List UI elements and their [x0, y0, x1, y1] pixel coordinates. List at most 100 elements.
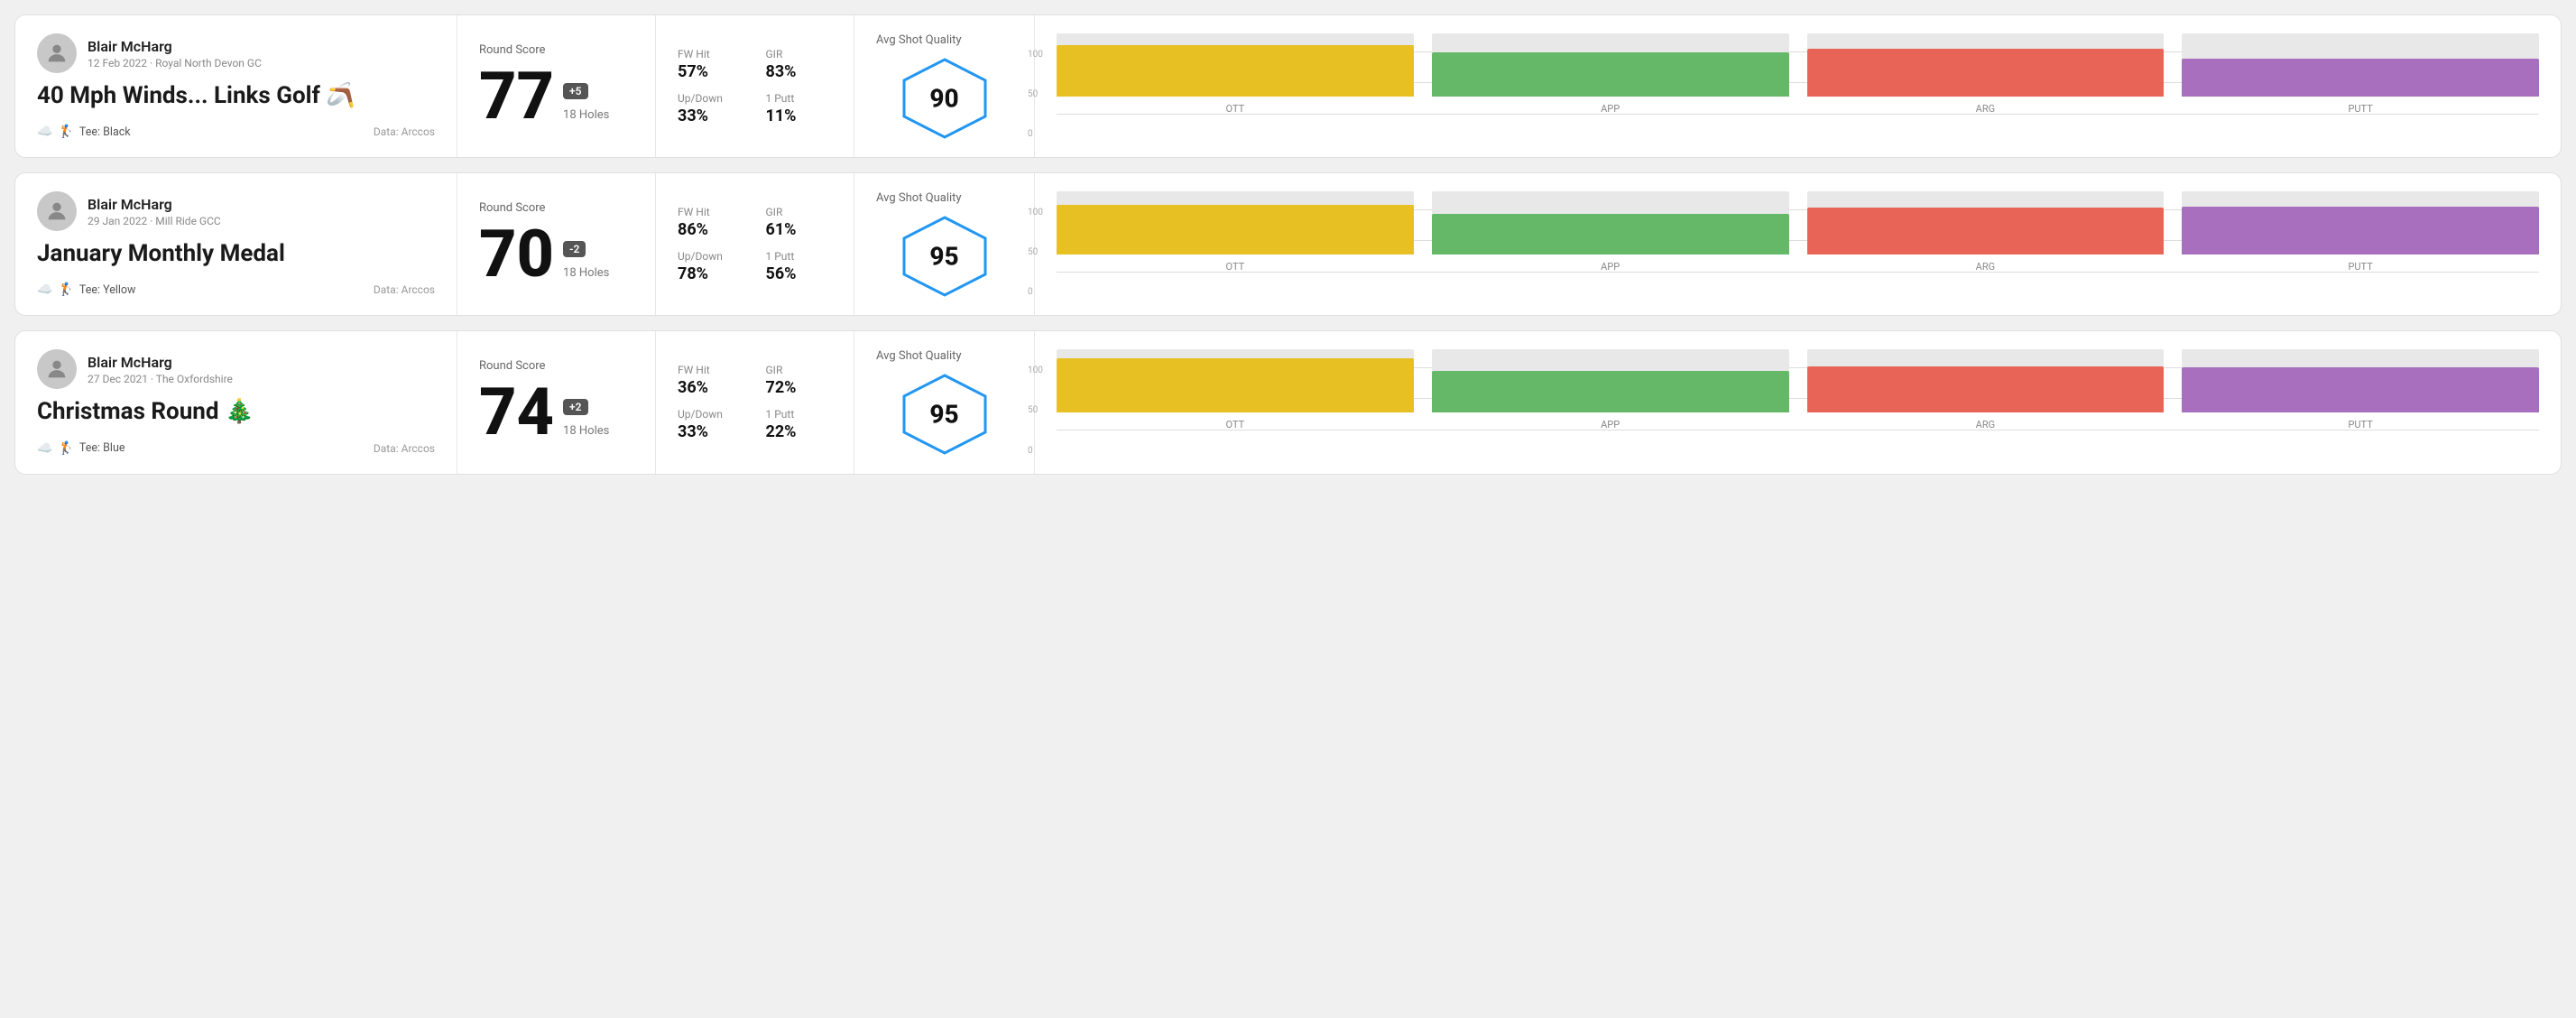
quality-label: Avg Shot Quality — [876, 349, 962, 363]
chart-column-putt: 82 PUTT — [2182, 33, 2539, 115]
player-header: Blair McHarg 12 Feb 2022 · Royal North D… — [37, 33, 435, 73]
fw-hit-stat: FW Hit 57% — [678, 48, 744, 81]
chart-column-putt: 99 PUTT — [2182, 191, 2539, 273]
fw-hit-value: 57% — [678, 62, 744, 81]
score-label: Round Score — [479, 201, 633, 215]
quality-score: 95 — [929, 242, 958, 272]
bag-icon: 🏌 — [58, 441, 73, 456]
score-holes: 18 Holes — [563, 424, 609, 438]
gir-value: 72% — [766, 378, 833, 397]
stats-grid: FW Hit 86% GIR 61% Up/Down 78% 1 Putt 56… — [678, 206, 832, 283]
tee-label: Tee: Blue — [79, 441, 125, 455]
fw-hit-stat: FW Hit 86% — [678, 206, 744, 239]
fw-hit-stat: FW Hit 36% — [678, 364, 744, 397]
one-putt-stat: 1 Putt 11% — [766, 92, 833, 125]
weather-icon: ☁️ — [37, 441, 52, 456]
quality-score: 90 — [929, 84, 958, 114]
tee-label: Tee: Black — [79, 125, 131, 139]
chart-label-putt: PUTT — [2348, 261, 2372, 273]
card-quality: Avg Shot Quality 90 — [854, 15, 1035, 157]
player-info: Blair McHarg 12 Feb 2022 · Royal North D… — [88, 38, 262, 69]
gir-label: GIR — [766, 206, 833, 218]
chart-column-app: 95 APP — [1432, 33, 1789, 115]
up-down-value: 78% — [678, 264, 744, 283]
gir-value: 83% — [766, 62, 833, 81]
gir-stat: GIR 61% — [766, 206, 833, 239]
score-holes: 18 Holes — [563, 108, 609, 122]
card-left: Blair McHarg 29 Jan 2022 · Mill Ride GCC… — [15, 173, 457, 315]
round-title: 40 Mph Winds... Links Golf 🪃 — [37, 82, 435, 110]
up-down-stat: Up/Down 33% — [678, 408, 744, 441]
chart-label-app: APP — [1601, 419, 1620, 430]
score-main: 77 +5 18 Holes — [479, 64, 633, 129]
up-down-label: Up/Down — [678, 408, 744, 421]
chart-label-ott: OTT — [1226, 419, 1245, 430]
card-stats: FW Hit 36% GIR 72% Up/Down 33% 1 Putt 22… — [656, 331, 854, 473]
player-name: Blair McHarg — [88, 196, 221, 213]
round-title: January Monthly Medal — [37, 240, 435, 268]
quality-label: Avg Shot Quality — [876, 191, 962, 205]
player-info: Blair McHarg 29 Jan 2022 · Mill Ride GCC — [88, 196, 221, 227]
chart-column-ott: 110 OTT — [1057, 349, 1414, 430]
gir-stat: GIR 83% — [766, 48, 833, 81]
up-down-value: 33% — [678, 106, 744, 125]
score-holes: 18 Holes — [563, 266, 609, 280]
avatar — [37, 191, 77, 231]
fw-hit-label: FW Hit — [678, 206, 744, 218]
gir-stat: GIR 72% — [766, 364, 833, 397]
player-name: Blair McHarg — [88, 38, 262, 55]
stats-grid: FW Hit 57% GIR 83% Up/Down 33% 1 Putt 11… — [678, 48, 832, 125]
chart-label-putt: PUTT — [2348, 419, 2372, 430]
chart-column-arg: 95 ARG — [1807, 349, 2165, 430]
chart-column-ott: 107 OTT — [1057, 33, 1414, 115]
quality-score: 95 — [929, 400, 958, 430]
score-badge: -2 — [563, 241, 586, 257]
quality-label: Avg Shot Quality — [876, 33, 962, 47]
score-main: 74 +2 18 Holes — [479, 380, 633, 445]
one-putt-stat: 1 Putt 56% — [766, 250, 833, 283]
fw-hit-value: 86% — [678, 220, 744, 239]
round-card: Blair McHarg 29 Jan 2022 · Mill Ride GCC… — [14, 172, 2562, 316]
score-main: 70 -2 18 Holes — [479, 222, 633, 287]
fw-hit-value: 36% — [678, 378, 744, 397]
one-putt-label: 1 Putt — [766, 92, 833, 105]
avatar — [37, 33, 77, 73]
tee-info: ☁️ 🏌 Tee: Black — [37, 125, 131, 139]
score-number: 74 — [479, 380, 554, 445]
tee-label: Tee: Yellow — [79, 283, 136, 297]
up-down-label: Up/Down — [678, 250, 744, 263]
card-chart: 100 50 0 107 OTT 95 APP 98 ARG 82 — [1035, 15, 2561, 157]
chart-column-app: 86 APP — [1432, 191, 1789, 273]
round-card: Blair McHarg 12 Feb 2022 · Royal North D… — [14, 14, 2562, 158]
chart-column-arg: 96 ARG — [1807, 191, 2165, 273]
card-score: Round Score 77 +5 18 Holes — [457, 15, 656, 157]
player-name: Blair McHarg — [88, 354, 233, 371]
up-down-label: Up/Down — [678, 92, 744, 105]
card-quality: Avg Shot Quality 95 — [854, 173, 1035, 315]
weather-icon: ☁️ — [37, 282, 52, 297]
score-number: 70 — [479, 222, 554, 287]
up-down-stat: Up/Down 33% — [678, 92, 744, 125]
chart-label-putt: PUTT — [2348, 103, 2372, 115]
fw-hit-label: FW Hit — [678, 48, 744, 60]
score-label: Round Score — [479, 43, 633, 57]
player-meta: 27 Dec 2021 · The Oxfordshire — [88, 373, 233, 385]
card-stats: FW Hit 57% GIR 83% Up/Down 33% 1 Putt 11… — [656, 15, 854, 157]
chart-label-arg: ARG — [1976, 261, 1995, 273]
round-card: Blair McHarg 27 Dec 2021 · The Oxfordshi… — [14, 330, 2562, 474]
up-down-stat: Up/Down 78% — [678, 250, 744, 283]
chart-label-app: APP — [1601, 103, 1620, 115]
one-putt-value: 56% — [766, 264, 833, 283]
score-label: Round Score — [479, 359, 633, 373]
card-left: Blair McHarg 27 Dec 2021 · The Oxfordshi… — [15, 331, 457, 473]
avatar — [37, 349, 77, 389]
player-info: Blair McHarg 27 Dec 2021 · The Oxfordshi… — [88, 354, 233, 385]
player-header: Blair McHarg 27 Dec 2021 · The Oxfordshi… — [37, 349, 435, 389]
card-footer: ☁️ 🏌 Tee: Blue Data: Arccos — [37, 441, 435, 456]
card-score: Round Score 74 +2 18 Holes — [457, 331, 656, 473]
player-header: Blair McHarg 29 Jan 2022 · Mill Ride GCC — [37, 191, 435, 231]
data-source: Data: Arccos — [374, 283, 435, 296]
chart-column-putt: 93 PUTT — [2182, 349, 2539, 430]
card-footer: ☁️ 🏌 Tee: Yellow Data: Arccos — [37, 282, 435, 297]
chart-label-ott: OTT — [1226, 103, 1245, 115]
